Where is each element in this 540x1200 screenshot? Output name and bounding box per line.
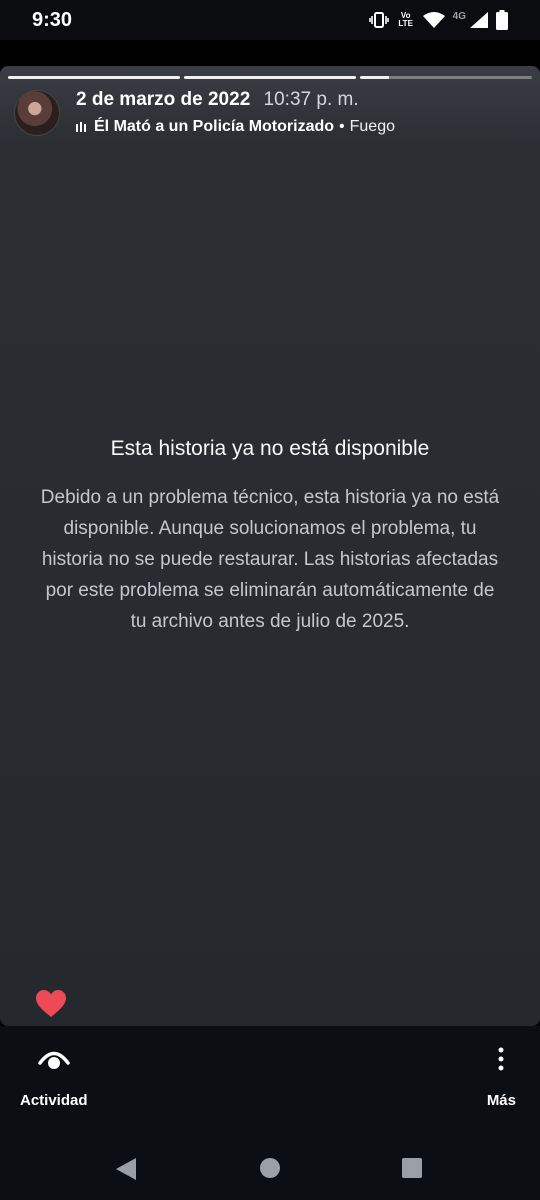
progress-segment: [8, 76, 180, 79]
progress-fill: [8, 76, 180, 79]
unavailable-message: Esta historia ya no está disponible Debi…: [40, 434, 500, 637]
battery-icon: [496, 10, 508, 30]
activity-eye-icon: [37, 1042, 71, 1076]
back-icon[interactable]: [116, 1158, 136, 1185]
more-label: Más: [486, 1092, 516, 1109]
separator-dot: •: [339, 118, 345, 135]
status-time: 9:30: [32, 8, 73, 31]
progress-segment: [360, 76, 532, 79]
home-icon[interactable]: [260, 1158, 280, 1183]
progress-segment: [184, 76, 356, 79]
story-date: 2 de marzo de 2022: [76, 89, 251, 110]
volte-icon: Vo LTE: [398, 11, 413, 28]
status-icons: Vo LTE 4G: [368, 10, 508, 30]
story-meta: 2 de marzo de 2022 10:37 p. m. Él Mató a…: [76, 88, 395, 138]
wifi-icon: [422, 12, 445, 28]
unavailable-title: Esta historia ya no está disponible: [110, 437, 430, 460]
network-type: 4G: [452, 10, 466, 22]
heart-icon[interactable]: [36, 990, 66, 1018]
recent-apps-icon[interactable]: [402, 1158, 422, 1183]
music-sticker[interactable]: Él Mató a un Policía Motorizado • Fuego: [76, 116, 395, 138]
song-artist: Fuego: [349, 118, 395, 135]
music-bars-icon: [76, 122, 86, 132]
activity-button[interactable]: Actividad: [20, 1042, 88, 1109]
story-time: 10:37 p. m.: [263, 89, 359, 110]
story-date-line: 2 de marzo de 2022 10:37 p. m.: [76, 88, 395, 112]
avatar[interactable]: [14, 90, 60, 136]
signal-icon: [470, 12, 488, 28]
progress-fill: [184, 76, 356, 79]
vibrate-icon: [368, 12, 389, 28]
bottom-action-bar: Actividad Más: [0, 1026, 540, 1136]
status-bar: 9:30 Vo LTE 4G: [0, 0, 540, 40]
story-viewer[interactable]: 2 de marzo de 2022 10:37 p. m. Él Mató a…: [0, 66, 540, 1026]
more-vertical-icon: [497, 1042, 505, 1076]
song-title: Él Mató a un Policía Motorizado: [94, 118, 335, 135]
system-nav-bar: [0, 1136, 540, 1200]
activity-label: Actividad: [20, 1092, 88, 1109]
progress-fill: [360, 76, 390, 79]
more-button[interactable]: Más: [487, 1042, 516, 1109]
story-progress: [8, 76, 532, 79]
unavailable-body: Debido a un problema técnico, esta histo…: [40, 487, 500, 632]
story-header: 2 de marzo de 2022 10:37 p. m. Él Mató a…: [14, 88, 395, 138]
